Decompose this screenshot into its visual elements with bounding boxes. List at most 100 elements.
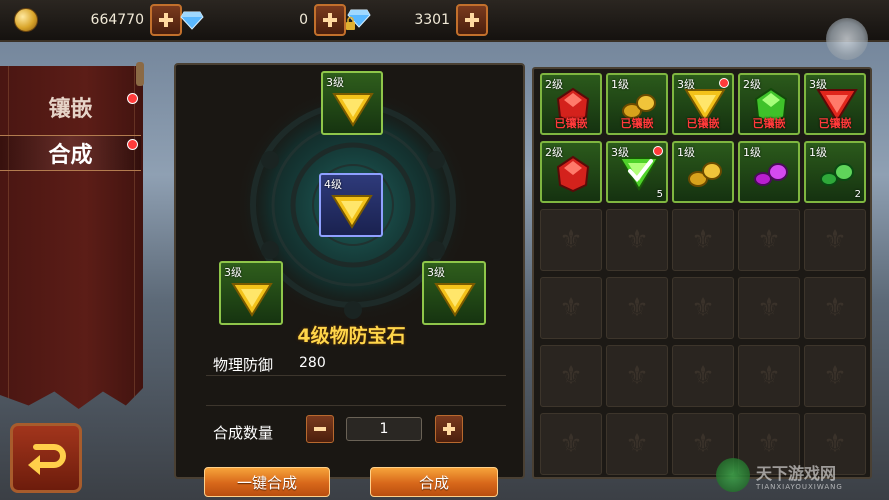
empty-inventory-slot[interactable] [672,345,734,407]
stat-value: 280 [299,355,326,371]
locked-diamond-icon [346,9,371,30]
material-level: 3级 [326,76,344,89]
bound-diamond-amount: 3301 [414,12,450,28]
empty-inventory-slot[interactable] [738,345,800,407]
gem-name: 4级物防宝石 [297,325,406,347]
yellow-triangle-gem-icon [231,283,273,317]
empty-inventory-slot[interactable] [540,345,602,407]
tab-synthesis-badge [127,139,138,150]
inventory-slot[interactable]: 1级 [738,141,800,203]
material-slot-top[interactable]: 3级 [321,71,383,135]
purple-stones-icon [754,163,788,186]
tab-synthesis-label: 合成 [48,143,93,168]
inlaid-tag: 已镶嵌 [686,117,720,130]
red-gem-icon [556,155,590,193]
yellow-triangle-gem-icon [331,195,373,229]
watermark-text: 天下游戏网 [756,464,837,483]
quantity-decrease-button[interactable] [306,415,334,443]
inlaid-tag: 已镶嵌 [554,117,588,130]
inventory-slot[interactable]: 3级已镶嵌 [672,73,734,135]
inlaid-tag: 已镶嵌 [620,117,654,130]
item-level: 2级 [743,78,761,91]
yellow-stones-icon [688,162,722,187]
tab-inlay-label: 镶嵌 [48,97,93,122]
empty-inventory-slot[interactable] [804,345,866,407]
item-level: 2级 [545,78,563,91]
empty-inventory-slot[interactable] [540,413,602,475]
item-level: 3级 [809,78,827,91]
empty-inventory-slot[interactable] [606,209,668,271]
back-button[interactable] [10,423,82,493]
item-level: 3级 [611,146,629,159]
item-count: 5 [656,189,663,200]
empty-inventory-slot[interactable] [606,277,668,339]
inventory-slot[interactable]: 3级 5 [606,141,668,203]
quantity-increase-button[interactable] [435,415,463,443]
quantity-input[interactable]: 1 [346,417,422,441]
gold-resource: 664770 [14,4,182,36]
return-arrow-icon [28,444,66,475]
one-click-synthesis-label: 一键合成 [236,473,297,492]
divider [206,405,506,406]
yellow-triangle-gem-icon [332,93,374,127]
item-level: 1级 [677,146,695,159]
menu-orb-button[interactable] [826,18,868,60]
synthesis-button[interactable]: 合成 [370,467,498,497]
empty-inventory-slot[interactable] [804,209,866,271]
tab-inlay-badge [127,93,138,104]
material-slot-left[interactable]: 3级 [219,261,283,325]
item-badge [653,146,663,156]
green-triangle-check-gem-icon [618,157,660,191]
item-count: 2 [854,189,861,200]
item-level: 1级 [611,78,629,91]
inlaid-tag: 已镶嵌 [818,117,852,130]
banner-pole [136,62,144,86]
material-level: 3级 [427,266,445,279]
empty-inventory-slot[interactable] [804,277,866,339]
material-slot-right[interactable]: 3级 [422,261,486,325]
diamond-icon [180,11,204,30]
watermark-subtext: TIANXIAYOUXIWANG [756,483,843,491]
inlaid-tag: 已镶嵌 [752,117,786,130]
plus-icon [443,423,455,435]
one-click-synthesis-button[interactable]: 一键合成 [204,467,330,497]
minus-icon [314,427,326,431]
empty-inventory-slot[interactable] [606,345,668,407]
empty-inventory-slot[interactable] [540,209,602,271]
empty-inventory-slot[interactable] [738,209,800,271]
plus-icon [323,13,337,27]
add-bound-diamond-button[interactable] [456,4,488,36]
inventory-slot[interactable]: 2级已镶嵌 [540,73,602,135]
empty-inventory-slot[interactable] [606,413,668,475]
green-stones-icon [820,163,854,186]
inventory-slot[interactable]: 1级 [672,141,734,203]
add-diamond-button[interactable] [314,4,346,36]
inventory-slot[interactable]: 2级已镶嵌 [738,73,800,135]
result-slot[interactable]: 4级 [319,173,383,237]
item-level: 1级 [809,146,827,159]
diamond-resource: 0 [180,4,346,36]
synthesis-label: 合成 [418,473,449,492]
add-gold-button[interactable] [150,4,182,36]
watermark: 天下游戏网 TIANXIAYOUXIWANG [716,456,876,498]
inventory-slot[interactable]: 2级 [540,141,602,203]
empty-inventory-slot[interactable] [540,277,602,339]
tab-synthesis[interactable]: 合成 [0,135,141,171]
item-level: 3级 [677,78,695,91]
empty-inventory-slot[interactable] [672,209,734,271]
watermark-logo-icon [716,458,750,492]
inventory-slot[interactable]: 1级已镶嵌 [606,73,668,135]
quantity-label: 合成数量 [213,424,274,442]
yellow-triangle-gem-icon [434,283,476,317]
resource-bar: 664770 0 3301 [0,0,889,42]
inventory-slot[interactable]: 3级已镶嵌 [804,73,866,135]
gold-coin-icon [14,8,38,32]
empty-inventory-slot[interactable] [738,277,800,339]
result-level: 4级 [324,178,342,191]
inventory-slot[interactable]: 1级 2 [804,141,866,203]
divider [206,375,506,376]
tab-inlay[interactable]: 镶嵌 [0,90,141,124]
empty-inventory-slot[interactable] [672,277,734,339]
gold-amount: 664770 [90,12,144,28]
plus-icon [159,13,173,27]
